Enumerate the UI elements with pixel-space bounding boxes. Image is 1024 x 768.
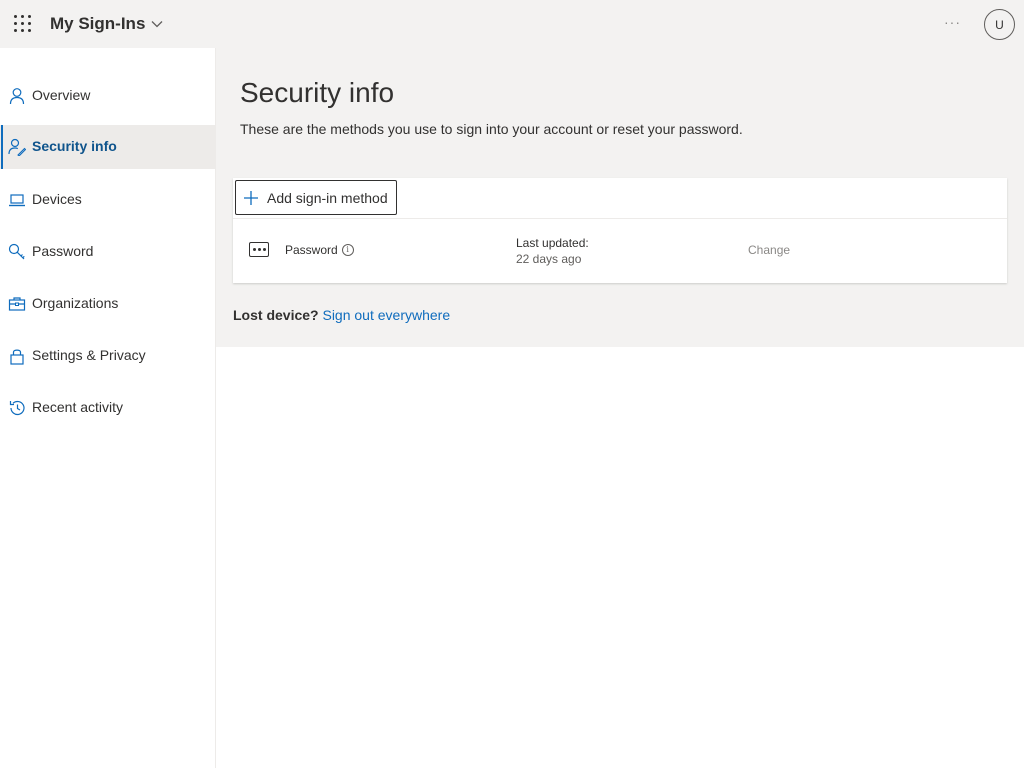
person-icon (9, 88, 25, 105)
sign-in-methods-card: Add sign-in method Password i Last updat… (233, 178, 1007, 283)
info-icon[interactable]: i (341, 244, 354, 256)
history-icon (9, 400, 25, 416)
sidebar-item-overview[interactable]: Overview (0, 74, 215, 118)
sidebar-item-settings-privacy[interactable]: Settings & Privacy (0, 334, 215, 378)
sidebar-item-password[interactable]: Password (0, 230, 215, 274)
sign-out-everywhere-link[interactable]: Sign out everywhere (322, 307, 450, 323)
change-password-link[interactable]: Change (748, 243, 790, 257)
sidebar-item-recent-activity[interactable]: Recent activity (0, 386, 215, 430)
add-sign-in-method-label: Add sign-in method (267, 189, 388, 206)
last-updated-value: 22 days ago (516, 252, 582, 266)
sidebar-item-label: Password (32, 243, 94, 259)
chevron-down-icon (151, 21, 163, 28)
method-name: Password i (285, 243, 354, 257)
last-updated-label: Last updated: (516, 236, 589, 250)
briefcase-icon (8, 297, 26, 311)
more-options-button[interactable]: ··· (944, 14, 961, 30)
lost-device-label: Lost device? (233, 307, 319, 323)
laptop-icon (9, 194, 25, 207)
password-dots-icon (249, 242, 269, 257)
sidebar-item-security-info[interactable]: Security info (0, 125, 215, 169)
plus-icon (244, 190, 258, 205)
sidebar-item-organizations[interactable]: Organizations (0, 282, 215, 326)
lost-device-section: Lost device? Sign out everywhere (233, 307, 450, 323)
main-content: Security info These are the methods you … (216, 48, 1024, 347)
list-item: Password i Last updated: 22 days ago Cha… (233, 219, 1007, 283)
person-key-icon (8, 138, 26, 156)
sidebar: Overview Security info Devices Password … (0, 48, 216, 768)
app-title: My Sign-Ins (50, 14, 146, 33)
sidebar-item-label: Devices (32, 191, 82, 207)
method-name-label: Password (285, 243, 338, 257)
page-title: Security info (240, 77, 395, 108)
lock-icon (10, 349, 24, 365)
app-title-dropdown[interactable]: My Sign-Ins (50, 14, 163, 34)
avatar[interactable]: U (984, 9, 1015, 40)
sidebar-item-label: Recent activity (32, 399, 124, 415)
top-bar: My Sign-Ins ··· U (0, 0, 1024, 48)
sidebar-item-label: Overview (32, 87, 91, 103)
sidebar-item-label: Organizations (32, 295, 119, 311)
app-launcher-icon[interactable] (14, 15, 32, 33)
page-subtitle: These are the methods you use to sign in… (240, 121, 743, 137)
sidebar-item-label: Settings & Privacy (32, 347, 146, 363)
sidebar-item-devices[interactable]: Devices (0, 178, 215, 222)
key-icon (8, 243, 25, 260)
add-sign-in-method-button[interactable]: Add sign-in method (235, 180, 397, 215)
sidebar-item-label: Security info (32, 138, 117, 154)
